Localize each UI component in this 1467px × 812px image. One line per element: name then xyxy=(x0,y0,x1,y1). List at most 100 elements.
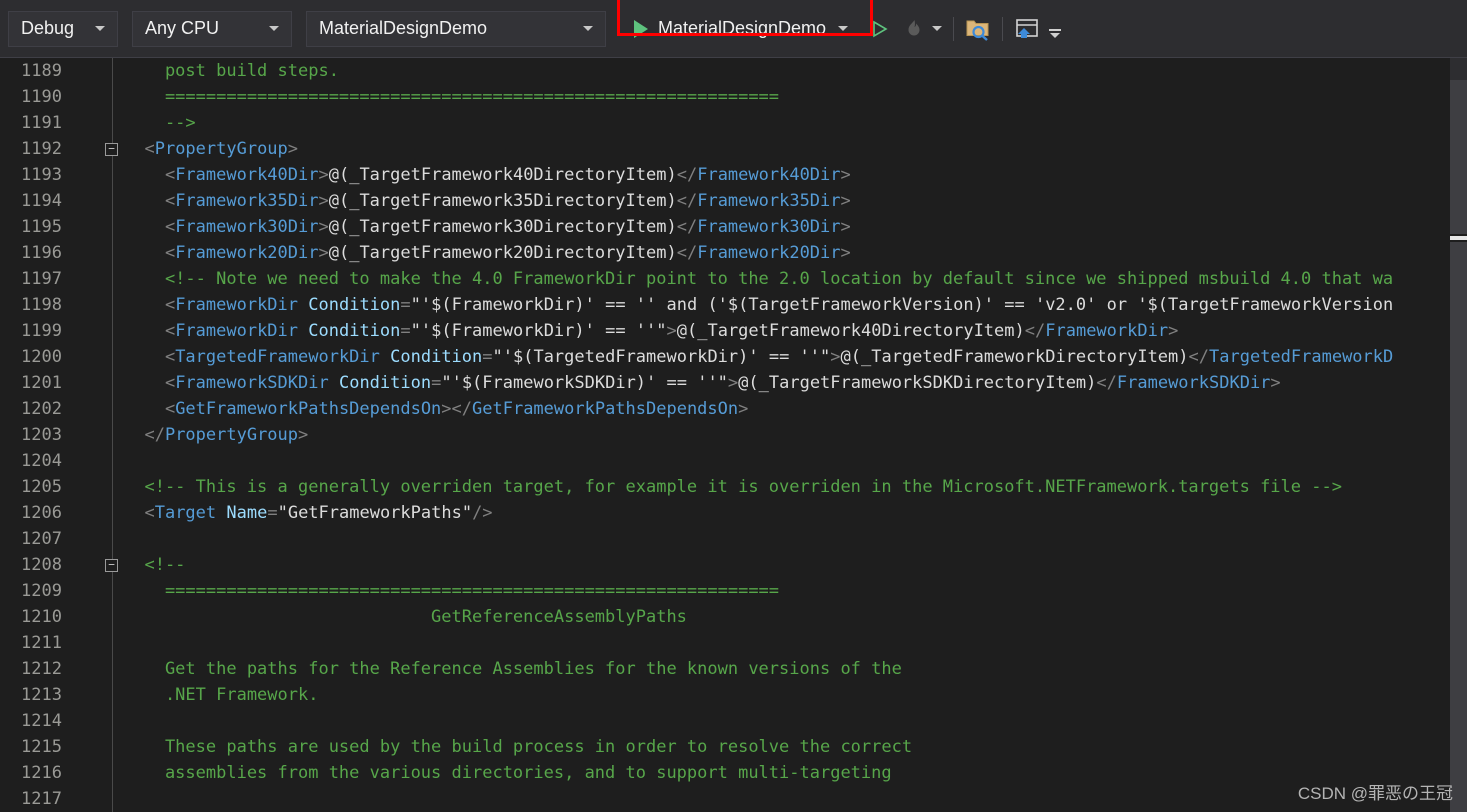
scrollbar-top-cap xyxy=(1450,58,1467,80)
line-number: 1199 xyxy=(21,321,62,341)
code-line-text: assemblies from the various directories,… xyxy=(124,763,892,783)
code-line[interactable]: 1196 <Framework20Dir>@(_TargetFramework2… xyxy=(0,240,1467,266)
code-line[interactable]: 1195 <Framework30Dir>@(_TargetFramework3… xyxy=(0,214,1467,240)
code-line[interactable]: 1202 <GetFrameworkPathsDependsOn></GetFr… xyxy=(0,396,1467,422)
start-without-debugging-button[interactable] xyxy=(862,11,896,47)
code-line-text: ========================================… xyxy=(124,87,780,107)
line-number: 1192 xyxy=(21,139,62,159)
code-line[interactable]: 1215 These paths are used by the build p… xyxy=(0,734,1467,760)
code-line[interactable]: 1209 ===================================… xyxy=(0,578,1467,604)
code-line-text: <FrameworkDir Condition="'$(FrameworkDir… xyxy=(124,321,1179,341)
solution-platform-combo[interactable]: Any CPU xyxy=(132,10,292,47)
code-line[interactable]: 1199 <FrameworkDir Condition="'$(Framewo… xyxy=(0,318,1467,344)
code-line[interactable]: 1201 <FrameworkSDKDir Condition="'$(Fram… xyxy=(0,370,1467,396)
hot-reload-chevron-down-icon[interactable] xyxy=(932,26,943,31)
code-line-text: <Framework40Dir>@(_TargetFramework40Dire… xyxy=(124,165,851,185)
line-number: 1190 xyxy=(21,87,62,107)
code-line[interactable]: 1190 ===================================… xyxy=(0,84,1467,110)
line-number: 1206 xyxy=(21,503,62,523)
code-editor[interactable]: 1189 post build steps. 1190 =============… xyxy=(0,58,1467,812)
folder-search-icon xyxy=(966,20,989,41)
line-number: 1205 xyxy=(21,477,62,497)
fold-collapse-icon[interactable] xyxy=(105,143,118,156)
line-number: 1214 xyxy=(21,711,62,731)
code-line[interactable]: 1207 xyxy=(0,526,1467,552)
code-line-text: These paths are used by the build proces… xyxy=(124,737,913,757)
line-number: 1215 xyxy=(21,737,62,757)
chevron-down-icon xyxy=(269,26,279,31)
line-number: 1197 xyxy=(21,269,62,289)
toolbar-overflow-button[interactable] xyxy=(1046,16,1064,52)
line-number: 1210 xyxy=(21,607,62,627)
code-line-text: <!-- xyxy=(124,555,186,575)
code-line-text: <FrameworkDir Condition="'$(FrameworkDir… xyxy=(124,295,1394,315)
start-debugging-button[interactable]: MaterialDesignDemo xyxy=(626,11,858,47)
line-number: 1211 xyxy=(21,633,62,653)
code-line[interactable]: 1193 <Framework40Dir>@(_TargetFramework4… xyxy=(0,162,1467,188)
code-line-text: post build steps. xyxy=(124,61,339,81)
chevron-down-icon[interactable] xyxy=(838,26,849,31)
code-line-text: Get the paths for the Reference Assembli… xyxy=(124,659,902,679)
solution-configuration-label: Debug xyxy=(21,18,75,38)
code-line-text: <TargetedFrameworkDir Condition="'$(Targ… xyxy=(124,347,1394,367)
vertical-scrollbar-thumb[interactable] xyxy=(1450,234,1467,242)
code-line[interactable]: 1212 Get the paths for the Reference Ass… xyxy=(0,656,1467,682)
code-line[interactable]: 1214 xyxy=(0,708,1467,734)
solution-configuration-combo[interactable]: Debug xyxy=(8,10,118,47)
code-line[interactable]: 1211 xyxy=(0,630,1467,656)
overflow-bar-icon xyxy=(1049,29,1062,31)
line-number: 1198 xyxy=(21,295,62,315)
line-number: 1213 xyxy=(21,685,62,705)
line-number: 1191 xyxy=(21,113,62,133)
code-line[interactable]: 1216 assemblies from the various directo… xyxy=(0,760,1467,786)
code-line-text: <!-- This is a generally overriden targe… xyxy=(124,477,1342,497)
code-line[interactable]: 1208 <!-- xyxy=(0,552,1467,578)
code-line-text: <FrameworkSDKDir Condition="'$(Framework… xyxy=(124,373,1281,393)
code-line[interactable]: 1198 <FrameworkDir Condition="'$(Framewo… xyxy=(0,292,1467,318)
line-number: 1189 xyxy=(21,61,62,81)
line-number: 1193 xyxy=(21,165,62,185)
code-line[interactable]: 1197 <!-- Note we need to make the 4.0 F… xyxy=(0,266,1467,292)
code-line[interactable]: 1192 <PropertyGroup> xyxy=(0,136,1467,162)
line-number: 1204 xyxy=(21,451,62,471)
code-line[interactable]: 1205 <!-- This is a generally overriden … xyxy=(0,474,1467,500)
fold-collapse-icon[interactable] xyxy=(105,559,118,572)
start-debugging-label: MaterialDesignDemo xyxy=(658,18,827,38)
code-line[interactable]: 1200 <TargetedFrameworkDir Condition="'$… xyxy=(0,344,1467,370)
code-line[interactable]: 1191 --> xyxy=(0,110,1467,136)
code-line-text: --> xyxy=(124,113,196,133)
chevron-down-icon xyxy=(583,26,593,31)
code-line[interactable]: 1189 post build steps. xyxy=(0,58,1467,84)
code-line-text: GetReferenceAssemblyPaths xyxy=(124,607,687,627)
code-line[interactable]: 1194 <Framework35Dir>@(_TargetFramework3… xyxy=(0,188,1467,214)
code-line[interactable]: 1217 xyxy=(0,786,1467,812)
line-number: 1194 xyxy=(21,191,62,211)
code-line-text: <Framework30Dir>@(_TargetFramework30Dire… xyxy=(124,217,851,237)
code-line[interactable]: 1213 .NET Framework. xyxy=(0,682,1467,708)
startup-project-combo[interactable]: MaterialDesignDemo xyxy=(306,10,606,47)
code-line-text: <!-- Note we need to make the 4.0 Framew… xyxy=(124,269,1394,289)
code-line[interactable]: 1203 </PropertyGroup> xyxy=(0,422,1467,448)
line-number: 1201 xyxy=(21,373,62,393)
line-number: 1212 xyxy=(21,659,62,679)
code-line-text: <PropertyGroup> xyxy=(124,139,299,159)
code-line[interactable]: 1210 GetReferenceAssemblyPaths xyxy=(0,604,1467,630)
line-number: 1200 xyxy=(21,347,62,367)
flame-icon xyxy=(908,19,920,35)
solution-explorer-search-button[interactable] xyxy=(961,11,995,47)
code-line-text: <Framework35Dir>@(_TargetFramework35Dire… xyxy=(124,191,851,211)
play-icon xyxy=(634,19,648,38)
code-line-text: ========================================… xyxy=(124,581,780,601)
code-line[interactable]: 1204 xyxy=(0,448,1467,474)
window-home-icon xyxy=(1016,18,1038,38)
play-outline-icon xyxy=(873,20,888,37)
code-line-text: </PropertyGroup> xyxy=(124,425,309,445)
line-number: 1216 xyxy=(21,763,62,783)
vertical-scrollbar[interactable] xyxy=(1450,58,1467,812)
line-number: 1195 xyxy=(21,217,62,237)
solution-platform-label: Any CPU xyxy=(145,18,220,38)
hot-reload-button[interactable] xyxy=(896,11,930,47)
code-line[interactable]: 1206 <Target Name="GetFrameworkPaths"/> xyxy=(0,500,1467,526)
live-visual-tree-button[interactable] xyxy=(1010,11,1044,47)
